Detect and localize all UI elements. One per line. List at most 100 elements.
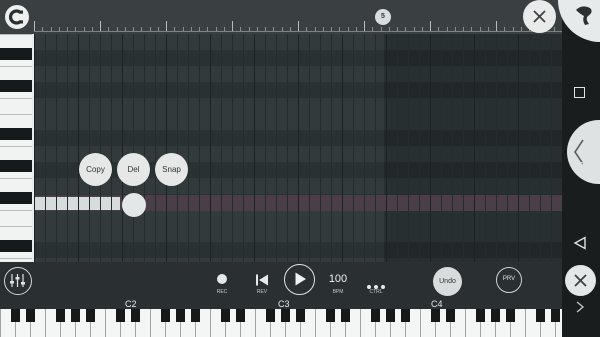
song-position-marker[interactable]: 5: [375, 9, 391, 25]
play-icon[interactable]: [284, 264, 315, 295]
black-key[interactable]: [340, 309, 350, 322]
grid-column-line: [133, 34, 134, 262]
note-block[interactable]: [34, 197, 120, 210]
note-grid[interactable]: [34, 34, 562, 262]
magnet-icon[interactable]: [5, 5, 29, 29]
grid-column-line: [78, 34, 79, 262]
black-key[interactable]: [370, 309, 380, 322]
ruler-tick: [166, 21, 167, 31]
grid-column-line: [551, 34, 552, 262]
snap-button[interactable]: Snap: [155, 153, 188, 186]
black-key[interactable]: [550, 309, 560, 322]
grid-column-line: [353, 34, 354, 262]
key-separator: [0, 210, 32, 211]
black-key[interactable]: [325, 309, 335, 322]
black-key[interactable]: [535, 309, 545, 322]
grid-column-line: [276, 34, 277, 262]
black-key[interactable]: [55, 309, 65, 322]
black-key[interactable]: [175, 309, 185, 322]
black-key[interactable]: [0, 240, 32, 252]
grid-column-line: [320, 34, 321, 262]
ruler-tick: [100, 21, 101, 31]
undo-button[interactable]: Undo: [433, 267, 462, 296]
black-key[interactable]: [10, 309, 20, 322]
black-key[interactable]: [295, 309, 305, 322]
vertical-keyboard[interactable]: [0, 34, 32, 262]
close-icon[interactable]: [565, 265, 596, 296]
grid-column-line: [298, 34, 299, 262]
grid-column-line: [331, 34, 332, 262]
black-key[interactable]: [0, 48, 32, 60]
grid-column-line: [364, 34, 365, 262]
grid-column-line: [474, 34, 475, 262]
grid-column-line: [540, 34, 541, 262]
black-key[interactable]: [475, 309, 485, 322]
copy-button[interactable]: Copy: [79, 153, 112, 186]
grid-column-line: [34, 34, 35, 262]
chevron-right-icon[interactable]: [575, 300, 585, 317]
black-key[interactable]: [0, 192, 32, 204]
black-key[interactable]: [445, 309, 455, 322]
piano-roll-app: 5 Copy Del Snap REC REV 100 BPM CTRL Und…: [0, 0, 600, 337]
grid-column-line: [397, 34, 398, 262]
black-key[interactable]: [0, 160, 32, 172]
white-key-divider: [210, 309, 211, 337]
fl-studio-logo-icon[interactable]: [558, 0, 600, 42]
black-key[interactable]: [0, 80, 32, 92]
black-key[interactable]: [220, 309, 230, 322]
black-key[interactable]: [190, 309, 200, 322]
back-triangle-icon[interactable]: [573, 236, 587, 255]
grid-column-line: [199, 34, 200, 262]
mixer-sliders-icon[interactable]: [4, 267, 32, 295]
key-separator: [0, 66, 32, 67]
black-key[interactable]: [265, 309, 275, 322]
rev-label: REV: [256, 289, 268, 295]
black-key[interactable]: [400, 309, 410, 322]
black-key[interactable]: [505, 309, 515, 322]
black-key[interactable]: [235, 309, 245, 322]
grid-column-line: [45, 34, 46, 262]
black-key[interactable]: [280, 309, 290, 322]
black-key[interactable]: [25, 309, 35, 322]
bottom-keyboard[interactable]: [0, 309, 600, 337]
key-separator: [0, 226, 32, 227]
bpm-value[interactable]: 100: [326, 273, 350, 285]
grid-column-line: [452, 34, 453, 262]
black-key[interactable]: [0, 128, 32, 140]
grid-column-line: [221, 34, 222, 262]
black-key[interactable]: [430, 309, 440, 322]
recents-square-icon[interactable]: [574, 87, 585, 98]
timeline-ruler[interactable]: [34, 0, 562, 34]
delete-button[interactable]: Del: [117, 153, 150, 186]
grid-column-line: [100, 34, 101, 262]
grid-column-line: [463, 34, 464, 262]
grid-column-line: [518, 34, 519, 262]
black-key[interactable]: [160, 309, 170, 322]
key-separator: [0, 178, 32, 179]
grid-column-line: [67, 34, 68, 262]
key-separator: [0, 114, 32, 115]
grid-column-line: [89, 34, 90, 262]
black-key[interactable]: [115, 309, 125, 322]
grid-column-line: [441, 34, 442, 262]
preview-button[interactable]: PRV: [496, 267, 522, 293]
black-key[interactable]: [385, 309, 395, 322]
record-icon[interactable]: [217, 274, 227, 284]
black-key[interactable]: [490, 309, 500, 322]
black-key[interactable]: [70, 309, 80, 322]
ruler-tick: [364, 21, 365, 31]
white-key-divider: [465, 309, 466, 337]
ruler-tick: [298, 21, 299, 31]
key-separator: [0, 258, 32, 259]
side-panel-handle[interactable]: [567, 120, 600, 184]
white-key-divider: [315, 309, 316, 337]
black-key[interactable]: [85, 309, 95, 322]
rec-label: REC: [216, 289, 228, 295]
octave-labels: C2 C3 C4 C5: [0, 299, 600, 309]
playhead-line[interactable]: [32, 34, 34, 262]
note-resize-handle[interactable]: [122, 193, 146, 217]
home-circle-icon[interactable]: [574, 162, 587, 175]
octave-label: C2: [125, 299, 137, 309]
close-icon[interactable]: [523, 0, 556, 33]
black-key[interactable]: [130, 309, 140, 322]
